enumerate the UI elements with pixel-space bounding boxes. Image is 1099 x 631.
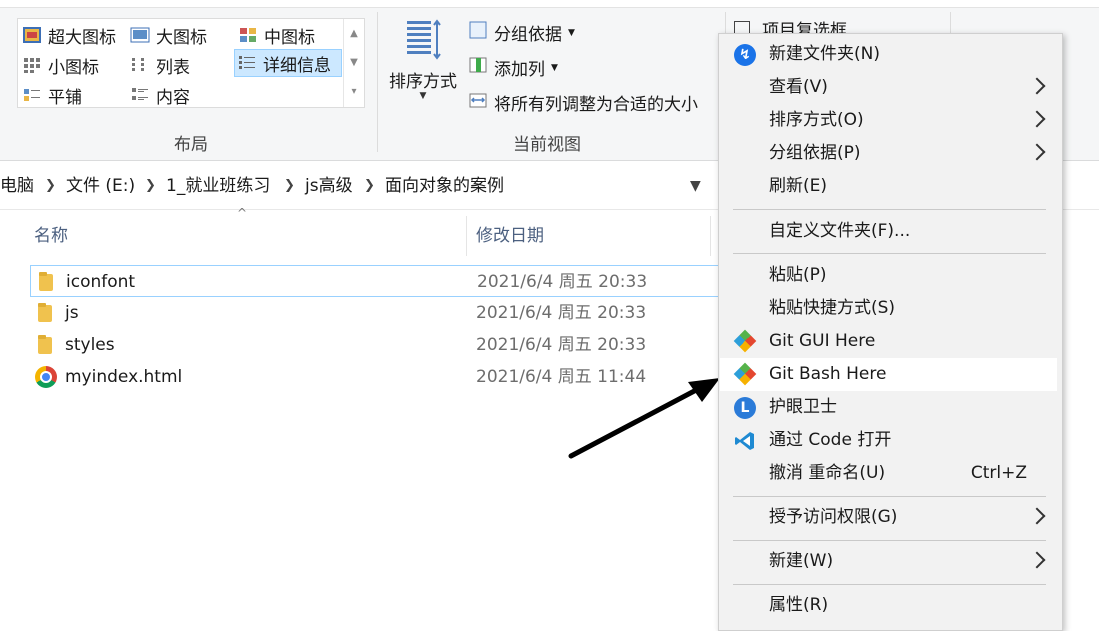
- group-by-button[interactable]: 分组依据 ▼: [468, 20, 575, 45]
- small-icons-icon: [22, 56, 42, 74]
- expand-gallery-icon[interactable]: ▾: [344, 77, 364, 106]
- menu-separator: [733, 584, 1046, 585]
- scroll-up-icon[interactable]: ▲: [344, 19, 364, 48]
- layout-extra-large-icons[interactable]: 超大图标: [22, 21, 116, 49]
- breadcrumb-separator-icon[interactable]: ❯: [45, 163, 56, 209]
- menu-item-eye-guard[interactable]: L 护眼卫士: [720, 391, 1057, 424]
- ribbon-top-strip: [0, 0, 1099, 8]
- file-row[interactable]: styles 2021/6/4 周五 20:33: [30, 329, 730, 361]
- column-header-modified[interactable]: 修改日期: [476, 213, 544, 259]
- chrome-icon: [35, 366, 57, 388]
- address-history-chevron-icon[interactable]: ▼: [690, 163, 701, 209]
- file-row[interactable]: iconfont 2021/6/4 周五 20:33: [30, 265, 730, 297]
- details-icon: [237, 54, 257, 72]
- column-header-name[interactable]: 名称: [34, 213, 68, 259]
- menu-item-paste[interactable]: 粘贴(P): [720, 259, 1057, 292]
- menu-item-paste-shortcut[interactable]: 粘贴快捷方式(S): [720, 292, 1057, 325]
- layout-tiles[interactable]: 平铺: [22, 81, 82, 109]
- submenu-arrow-icon: [1028, 77, 1046, 95]
- group-dropdown-caret-icon: ▼: [568, 27, 575, 38]
- gallery-scrollbar[interactable]: ▲ ▼ ▾: [343, 19, 364, 107]
- group-by-icon: [468, 20, 488, 45]
- breadcrumb-oop-cases[interactable]: 面向对象的案例: [385, 163, 504, 209]
- menu-item-customize-folder[interactable]: 自定义文件夹(F)...: [720, 215, 1057, 248]
- scroll-down-icon[interactable]: ▼: [344, 48, 364, 77]
- list-icon: [130, 56, 150, 74]
- submenu-arrow-icon: [1028, 507, 1046, 525]
- breadcrumb-pc[interactable]: 电脑: [0, 163, 34, 209]
- vscode-icon: [734, 430, 756, 452]
- sort-ascending-indicator-icon: ^: [237, 206, 248, 220]
- context-menu: ↯ 新建文件夹(N) 查看(V) 排序方式(O) 分组依据(P) 刷新(E) 自…: [718, 33, 1063, 631]
- menu-item-git-gui[interactable]: Git GUI Here: [720, 325, 1057, 358]
- fit-columns-button[interactable]: 将所有列调整为合适的大小: [468, 90, 698, 115]
- menu-item-group-by[interactable]: 分组依据(P): [720, 137, 1057, 170]
- ribbon-divider: [377, 12, 378, 152]
- folder-icon: [39, 272, 53, 291]
- menu-item-open-with-code[interactable]: 通过 Code 打开: [720, 424, 1057, 457]
- submenu-arrow-icon: [1028, 551, 1046, 569]
- menu-item-new-folder[interactable]: ↯ 新建文件夹(N): [720, 38, 1057, 71]
- menu-item-view[interactable]: 查看(V): [720, 71, 1057, 104]
- layout-medium-icons[interactable]: 中图标: [238, 21, 315, 49]
- layout-group-label: 布局: [174, 135, 208, 155]
- menu-separator: [733, 496, 1046, 497]
- current-view-group-label: 当前视图: [513, 135, 581, 155]
- menu-separator: [733, 540, 1046, 541]
- layout-gallery: 超大图标 大图标 中图标 小图标 列表 详细信息 平铺 内容 ▲ ▼ ▾: [17, 18, 365, 108]
- git-icon: [733, 329, 757, 353]
- add-column-button[interactable]: 添加列 ▼: [468, 55, 558, 80]
- sort-dropdown-caret-icon: ▼: [419, 91, 427, 101]
- column-divider[interactable]: [710, 216, 711, 256]
- submenu-arrow-icon: [1028, 110, 1046, 128]
- git-icon: [733, 362, 757, 386]
- menu-item-give-access[interactable]: 授予访问权限(G): [720, 501, 1057, 534]
- fit-columns-icon: [468, 90, 488, 115]
- menu-item-refresh[interactable]: 刷新(E): [720, 170, 1057, 203]
- content-icon: [130, 86, 150, 104]
- folder-icon: [38, 303, 52, 322]
- layout-content[interactable]: 内容: [130, 81, 190, 109]
- tiles-icon: [22, 86, 42, 104]
- folder-icon: [38, 335, 52, 354]
- add-column-icon: [468, 55, 488, 80]
- eye-guard-icon: L: [734, 397, 756, 419]
- menu-item-properties[interactable]: 属性(R): [720, 589, 1057, 622]
- large-icons-icon: [130, 26, 150, 44]
- breadcrumb-separator-icon[interactable]: ❯: [364, 163, 375, 209]
- medium-icons-icon: [238, 26, 258, 44]
- column-divider[interactable]: [466, 216, 467, 256]
- breadcrumb-separator-icon[interactable]: ❯: [284, 163, 295, 209]
- menu-item-undo-rename[interactable]: 撤消 重命名(U) Ctrl+Z: [720, 457, 1057, 490]
- sort-by-button[interactable]: 排序方式 ▼: [386, 18, 460, 101]
- new-folder-icon: ↯: [734, 44, 756, 66]
- menu-separator: [733, 209, 1046, 210]
- menu-separator: [733, 253, 1046, 254]
- layout-details[interactable]: 详细信息: [234, 49, 342, 77]
- layout-small-icons[interactable]: 小图标: [22, 51, 99, 79]
- breadcrumb-separator-icon[interactable]: ❯: [145, 163, 156, 209]
- add-column-caret-icon: ▼: [551, 62, 558, 73]
- menu-item-sort-by[interactable]: 排序方式(O): [720, 104, 1057, 137]
- submenu-arrow-icon: [1028, 143, 1046, 161]
- layout-list[interactable]: 列表: [130, 51, 190, 79]
- annotation-arrow-icon: [568, 378, 720, 459]
- breadcrumb-js-advanced[interactable]: js高级: [305, 163, 353, 209]
- breadcrumb-drive-e[interactable]: 文件 (E:): [66, 163, 135, 209]
- layout-large-icons[interactable]: 大图标: [130, 21, 207, 49]
- menu-item-git-bash[interactable]: Git Bash Here: [720, 358, 1057, 391]
- extra-large-icons-icon: [22, 26, 42, 44]
- menu-item-new[interactable]: 新建(W): [720, 545, 1057, 578]
- sort-by-icon: [403, 18, 443, 67]
- file-row[interactable]: js 2021/6/4 周五 20:33: [30, 297, 730, 329]
- breadcrumb-practice[interactable]: 1_就业班练习: [166, 163, 270, 209]
